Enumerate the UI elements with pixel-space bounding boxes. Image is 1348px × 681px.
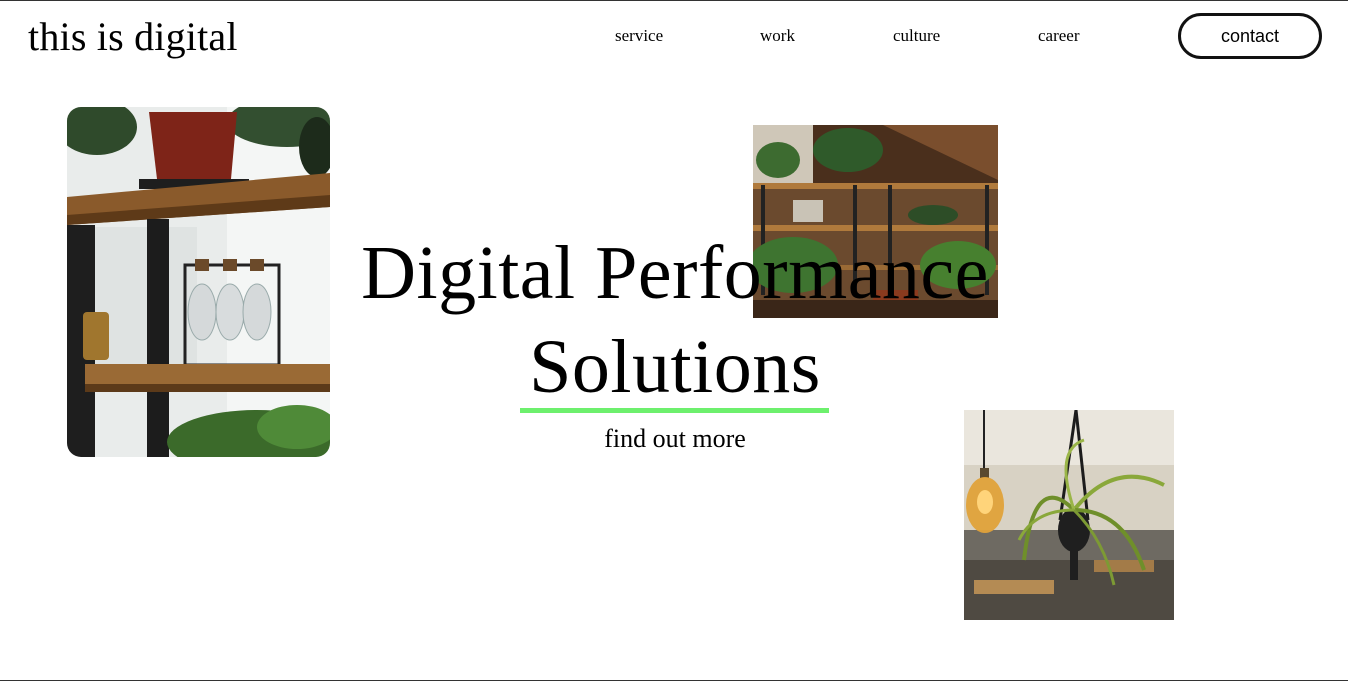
hero-title-line-1: Digital Performance	[361, 231, 989, 315]
nav-item-service[interactable]: service	[615, 26, 663, 46]
nav-item-career[interactable]: career	[1038, 26, 1080, 46]
hero-title-block: Digital Performance Solutions	[300, 226, 1050, 414]
nav-item-work[interactable]: work	[760, 26, 795, 46]
find-out-more-link[interactable]: find out more	[300, 424, 1050, 454]
hero-title: Digital Performance Solutions	[300, 226, 1050, 414]
accent-underline	[520, 408, 829, 413]
shelf-photo	[67, 107, 330, 457]
nav-item-culture[interactable]: culture	[893, 26, 940, 46]
main-nav: service work culture career	[0, 26, 1348, 46]
contact-button[interactable]: contact	[1178, 13, 1322, 59]
hero-title-line-2: Solutions	[529, 325, 821, 409]
